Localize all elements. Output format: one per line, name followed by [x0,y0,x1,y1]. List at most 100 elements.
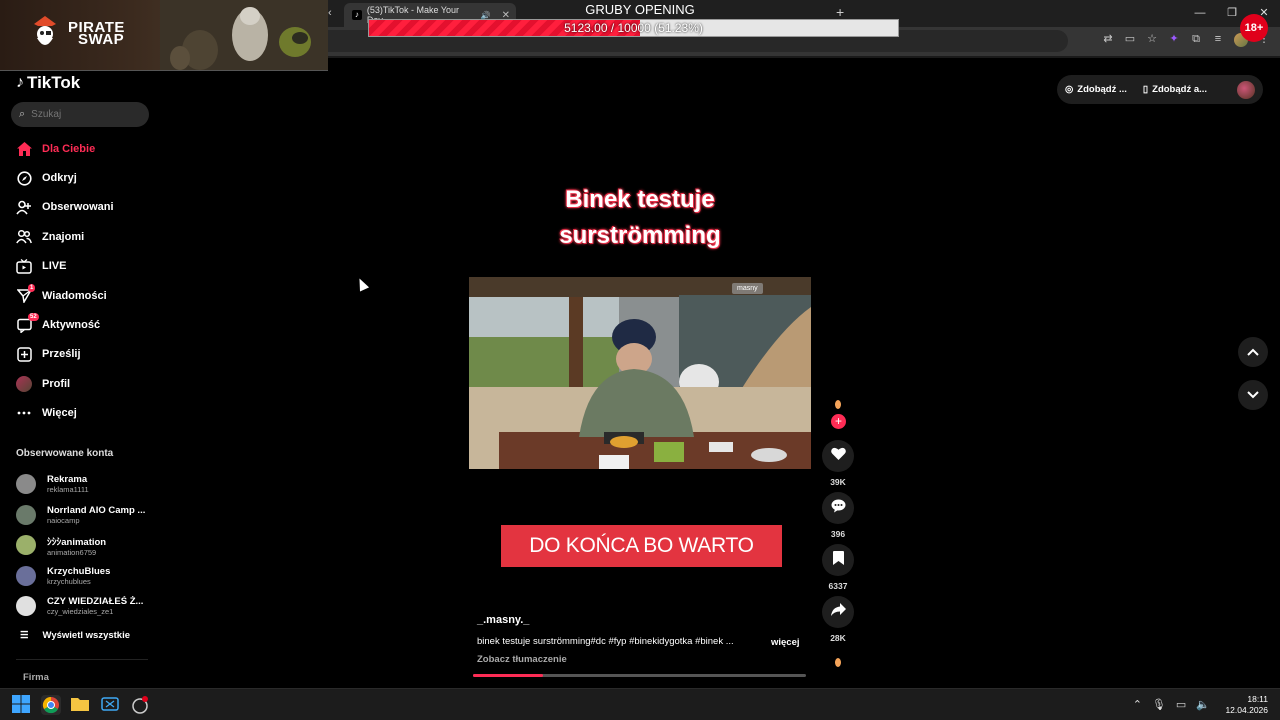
video-frame-image [469,277,811,469]
windows-start-icon[interactable] [12,695,32,715]
sidebar-item-following[interactable]: Obserwowani [0,193,160,222]
share-count: 28K [830,633,846,643]
save-count: 6337 [828,581,848,591]
following-account[interactable]: CZY WIEDZIAŁEŚ Ż... czy_wiedziales_ze1 [16,591,156,622]
new-tab-button[interactable]: + [836,4,844,20]
live-icon [16,258,32,274]
video-player[interactable] [469,277,811,469]
top-right-actions: ◎ Zdobądź ... ▯ Zdobądź a... [1057,75,1263,104]
follow-plus-button[interactable]: + [831,414,846,429]
get-app-button[interactable]: ▯ Zdobądź a... [1143,84,1207,95]
bookmark-star-icon[interactable]: ☆ [1146,33,1158,45]
company-link[interactable]: Firma [23,672,49,683]
previous-video-button[interactable] [1238,337,1268,367]
goal-progress-text: 5123.00 / 10000 (51.23%) [564,21,703,35]
profile-avatar [16,375,32,392]
following-account[interactable]: Norrland AIO Camp ... naiocamp [16,500,156,531]
cast-icon[interactable]: ▭ [1124,33,1136,45]
video-progress-bar[interactable] [473,674,806,677]
sidebar-divider [16,659,148,660]
like-count: 39K [830,477,846,487]
windows-taskbar: ⌃ 🎙 ▭ 🔈 18:11 12.04.2026 [0,688,1280,720]
tiktok-logo[interactable]: ♪ TikTok [16,73,80,93]
more-icon [16,405,32,421]
overlay-scene-image [160,0,328,70]
reading-list-icon[interactable]: ≡ [1212,33,1224,45]
avatar [16,504,36,525]
sidebar-item-messages[interactable]: 1 Wiadomości [0,281,160,310]
sidebar-item-profile[interactable]: Profil [0,369,160,398]
sidebar-item-for-you[interactable]: Dla Ciebie [0,134,160,163]
next-video-button[interactable] [1238,380,1268,410]
share-button[interactable]: 28K [822,596,854,643]
heart-icon [830,447,846,465]
see-all-following-button[interactable]: ☰ Wyświetl wszystkie [20,630,130,641]
video-description: binek testuje surströmming#dc #fyp #bine… [477,636,734,647]
goal-progress-bar: 5123.00 / 10000 (51.23%) [368,19,899,37]
extensions-puzzle-icon[interactable]: ⧉ [1190,33,1202,45]
sidebar-item-activity[interactable]: 52 Aktywność [0,310,160,339]
sidebar-item-live[interactable]: LIVE [0,252,160,281]
comment-button[interactable]: 396 [822,492,854,539]
search-input[interactable] [31,109,132,120]
user-follow-icon [16,199,32,215]
list-icon: ☰ [20,630,29,641]
video-author[interactable]: _.masny._ [477,614,529,626]
author-avatar[interactable] [835,400,841,409]
chevron-up-icon[interactable]: ⌃ [1133,698,1142,711]
bookmark-icon [832,550,844,570]
avatar [16,596,36,617]
file-explorer-icon[interactable] [70,695,90,715]
tiktok-favicon-icon: ♪ [352,10,362,20]
avatar [16,535,36,556]
tiktok-logo-icon: ♪ [16,74,24,91]
user-avatar[interactable] [1237,80,1255,99]
comment-icon [831,499,846,518]
brand-text: PIRATE SWAP [68,19,125,48]
video-title-line-2: surströmming [559,222,721,249]
friends-icon [16,229,32,245]
share-icon [830,603,846,621]
system-clock[interactable]: 18:11 12.04.2026 [1225,694,1268,716]
chrome-taskbar-icon[interactable] [41,695,61,715]
sidebar-item-explore[interactable]: Odkryj [0,163,160,192]
goal-title: GRUBY OPENING [585,2,695,17]
video-watermark: masny [732,283,763,294]
following-account[interactable]: ｼｼｼanimation animation6759 [16,530,156,561]
network-icon[interactable]: ▭ [1176,698,1186,711]
tab-scroll-left-icon[interactable]: ‹ [328,7,332,19]
extension-icon[interactable]: ✦ [1168,33,1180,45]
see-translation-button[interactable]: Zobacz tłumaczenie [477,654,567,665]
volume-icon[interactable]: 🔈 [1196,698,1210,711]
description-more-button[interactable]: więcej [771,637,800,648]
get-coins-button[interactable]: ◎ Zdobądź ... [1065,84,1127,95]
tiktok-sidebar: ♪ TikTok ⌕ Dla Ciebie Odkryj Obserwowani [0,71,160,688]
following-account[interactable]: KrzychuBlues krzychublues [16,561,156,592]
video-caption-banner: DO KOŃCA BO WARTO [501,525,782,567]
activity-badge: 52 [28,313,39,322]
microphone-icon[interactable]: 🎙 [1152,698,1166,711]
messages-badge: 1 [28,283,36,292]
search-box[interactable]: ⌕ [11,102,149,127]
avatar [16,565,36,586]
like-button[interactable]: 39K [822,440,854,487]
mouse-cursor-icon [354,276,370,292]
comment-count: 396 [830,529,846,539]
sidebar-item-friends[interactable]: Znajomi [0,222,160,251]
minimize-button[interactable]: — [1184,0,1216,26]
sidebar-item-more[interactable]: Więcej [0,399,160,428]
sidebar-item-upload[interactable]: Prześlij [0,340,160,369]
chevron-up-icon [1247,343,1259,361]
translate-icon[interactable]: ⇄ [1102,33,1114,45]
search-icon: ⌕ [19,108,26,120]
save-button[interactable]: 6337 [822,544,854,591]
following-account[interactable]: Rekrama reklama1111 [16,469,156,500]
music-disc-icon[interactable] [835,658,841,667]
video-progress-fill [473,674,543,677]
app-notification-icon[interactable] [130,695,150,715]
upload-icon [16,346,32,362]
avatar [16,474,36,495]
xbox-app-icon[interactable] [100,695,120,715]
phone-icon: ▯ [1142,84,1149,95]
following-list: Rekrama reklama1111 Norrland AIO Camp ...… [16,469,156,622]
